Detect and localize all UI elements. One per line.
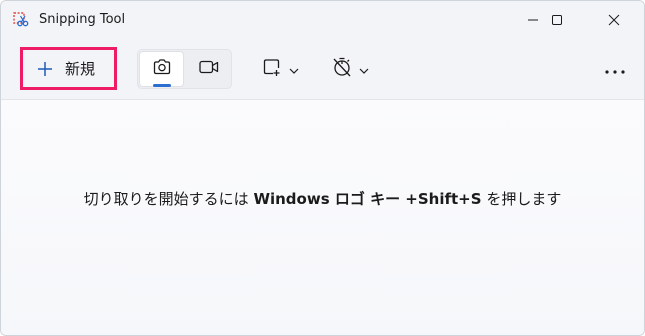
- maximize-icon: [551, 14, 563, 26]
- record-mode-button[interactable]: [186, 51, 231, 87]
- snip-mode-button[interactable]: [139, 51, 184, 87]
- snipping-tool-icon: [13, 12, 29, 28]
- delay-timer-dropdown[interactable]: [331, 49, 369, 89]
- snipping-tool-window: Snipping Tool 新規 切り取りを開始するには Windows ロゴ …: [0, 0, 645, 336]
- timer-off-icon: [331, 56, 353, 82]
- more-horizontal-icon: [604, 60, 626, 79]
- plus-icon: [36, 60, 54, 78]
- video-camera-icon: [198, 58, 220, 80]
- start-snip-hint: 切り取りを開始するには Windows ロゴ キー +Shift+S を押します: [1, 189, 644, 209]
- hint-prefix: 切り取りを開始するには: [83, 190, 254, 208]
- toolbar: 新規: [1, 39, 644, 100]
- new-snip-label: 新規: [65, 59, 96, 78]
- selected-mode-indicator: [153, 84, 171, 87]
- close-button[interactable]: [591, 1, 637, 39]
- capture-area: 切り取りを開始するには Windows ロゴ キー +Shift+S を押します: [1, 100, 644, 335]
- hint-shortcut-key: Windows ロゴ キー +Shift+S: [253, 190, 482, 208]
- close-icon: [608, 14, 620, 26]
- chevron-down-icon: [359, 60, 369, 79]
- more-options-button[interactable]: [597, 51, 633, 87]
- capture-mode-toggle: [137, 49, 232, 89]
- camera-icon: [152, 58, 172, 80]
- title-bar[interactable]: Snipping Tool: [1, 1, 644, 39]
- maximize-button[interactable]: [534, 1, 580, 39]
- chevron-down-icon: [289, 60, 299, 79]
- hint-suffix: を押します: [481, 190, 562, 208]
- window-title: Snipping Tool: [39, 12, 126, 27]
- rectangle-snip-icon: [261, 57, 283, 81]
- snip-shape-dropdown[interactable]: [261, 49, 299, 89]
- new-snip-button[interactable]: 新規: [20, 47, 117, 90]
